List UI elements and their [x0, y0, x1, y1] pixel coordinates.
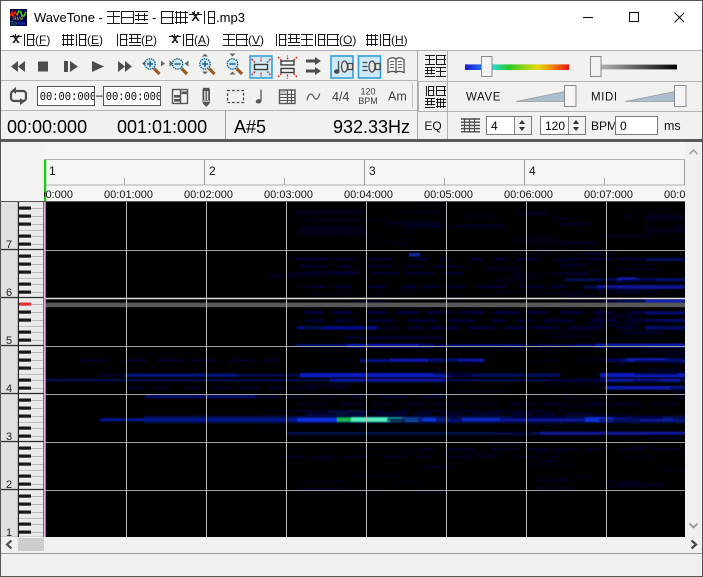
svg-text:00:04:000: 00:04:000	[344, 189, 393, 201]
svg-text:00:00:000: 00:00:000	[24, 189, 73, 201]
svg-text:4: 4	[529, 164, 536, 178]
svg-text:00:02:000: 00:02:000	[184, 189, 233, 201]
svg-text:4: 4	[6, 383, 12, 395]
svg-text:00:07:000: 00:07:000	[584, 189, 633, 201]
svg-text:7: 7	[6, 239, 12, 251]
svg-text:To: To	[10, 21, 17, 27]
svg-text:00:01:000: 00:01:000	[104, 189, 153, 201]
svg-text:ne: ne	[18, 21, 26, 27]
svg-text:120: 120	[360, 87, 375, 97]
svg-text:MIDI: MIDI	[591, 92, 618, 104]
svg-text:2: 2	[209, 164, 216, 178]
svg-text:3: 3	[6, 431, 12, 443]
svg-text:2: 2	[6, 479, 12, 491]
svg-text:1: 1	[6, 527, 12, 537]
svg-text:WAVE: WAVE	[466, 92, 501, 104]
svg-text:Am: Am	[388, 90, 407, 104]
svg-text:3: 3	[369, 164, 376, 178]
svg-text:00:06:000: 00:06:000	[504, 189, 553, 201]
svg-text:1: 1	[49, 164, 56, 178]
svg-text:00:03:000: 00:03:000	[264, 189, 313, 201]
svg-text:6: 6	[6, 287, 12, 299]
svg-text:5: 5	[6, 335, 12, 347]
svg-text:BPM: BPM	[358, 96, 378, 106]
svg-text:4/4: 4/4	[332, 90, 349, 104]
svg-text:00:05:000: 00:05:000	[424, 189, 473, 201]
